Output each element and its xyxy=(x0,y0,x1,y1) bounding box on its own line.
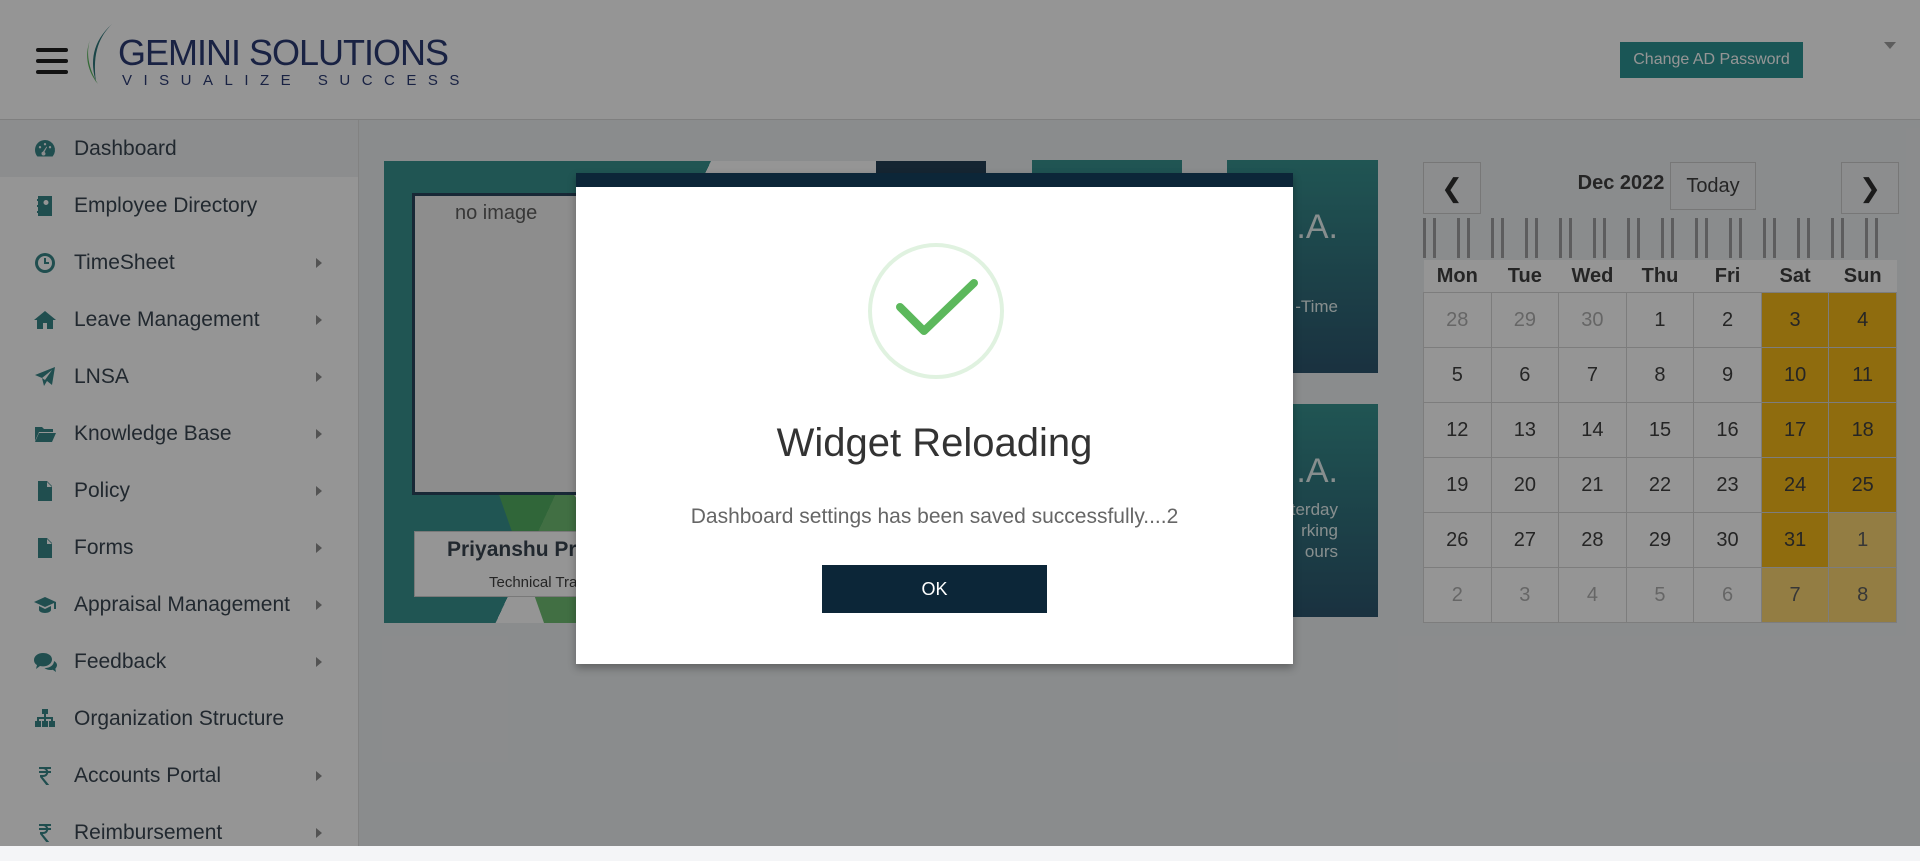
dialog-title: Widget Reloading xyxy=(776,421,1093,465)
dialog-message: Dashboard settings has been saved succes… xyxy=(690,505,1179,528)
success-dialog: Widget Reloading Dashboard settings has … xyxy=(576,173,1293,664)
ok-button[interactable]: OK xyxy=(822,565,1047,613)
success-check-icon xyxy=(868,243,1004,379)
dialog-top-bar xyxy=(576,173,1293,187)
